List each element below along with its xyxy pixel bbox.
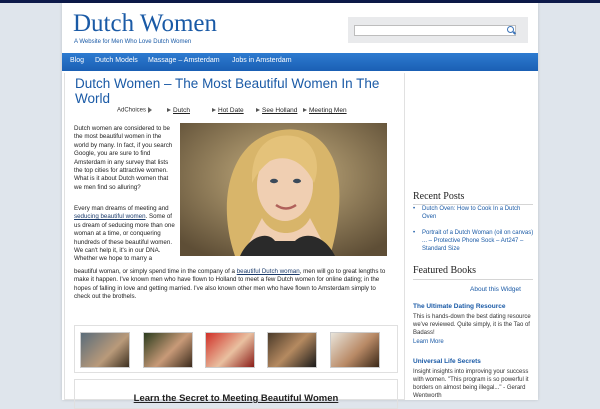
- post-paragraph-1: Dutch women are considered to be the mos…: [74, 125, 173, 191]
- recent-post-link-1[interactable]: Dutch Oven: How to Cook In a Dutch Oven: [422, 205, 534, 221]
- thumbnail-4[interactable]: [267, 332, 317, 368]
- bullet-icon: •: [413, 206, 416, 212]
- book-title-1[interactable]: The Ultimate Dating Resource: [413, 303, 505, 310]
- ad-link-label: Meeting Men: [309, 107, 347, 114]
- thumbnail-2[interactable]: [143, 332, 193, 368]
- paragraph-text: . Some of us dream of seducing more than…: [74, 213, 175, 263]
- search-icon[interactable]: [507, 26, 514, 33]
- search-input[interactable]: [354, 25, 516, 36]
- main-nav: Blog Dutch Models Massage – Amsterdam Jo…: [62, 53, 538, 71]
- ad-link-meeting-men[interactable]: Meeting Men: [303, 107, 347, 114]
- ad-link-dutch[interactable]: Dutch: [167, 107, 190, 114]
- seducing-beautiful-women-link[interactable]: seducing beautiful women: [74, 213, 146, 220]
- recent-posts-heading: Recent Posts: [413, 191, 465, 202]
- paragraph-text: Every man dreams of meeting and: [74, 205, 169, 212]
- post-paragraph-3: beautiful woman, or simply spend time in…: [74, 268, 389, 302]
- post-title[interactable]: Dutch Women – The Most Beautiful Women I…: [75, 76, 395, 106]
- adchoices-icon: [148, 107, 153, 113]
- learn-more-link[interactable]: Learn More: [413, 339, 444, 345]
- thumbnail-1[interactable]: [80, 332, 130, 368]
- search-box: [348, 17, 528, 43]
- ad-link-label: See Holland: [262, 107, 298, 114]
- hero-image: [180, 123, 387, 256]
- post-paragraph-2: Every man dreams of meeting and seducing…: [74, 205, 177, 264]
- featured-books-heading: Featured Books: [413, 265, 477, 276]
- ad-link-see-holland[interactable]: See Holland: [256, 107, 297, 114]
- paragraph-text: beautiful woman, or simply spend time in…: [74, 268, 235, 275]
- book-desc-2: Insight insights into improving your suc…: [413, 369, 529, 399]
- thumbnail-gallery: [74, 325, 398, 373]
- triangle-right-icon: [303, 108, 307, 113]
- ad-link-label: Dutch: [173, 107, 190, 114]
- nav-item-jobs-in-amsterdam[interactable]: Jobs in Amsterdam: [232, 57, 292, 64]
- site-title[interactable]: Dutch Women: [73, 10, 217, 38]
- thumbnail-3[interactable]: [205, 332, 255, 368]
- hero-portrait: [180, 123, 387, 256]
- triangle-right-icon: [212, 108, 216, 113]
- triangle-right-icon: [256, 108, 260, 113]
- sidebar: Recent Posts • Dutch Oven: How to Cook I…: [410, 73, 536, 400]
- about-widget-link[interactable]: About this Widget: [470, 286, 521, 293]
- divider: [413, 279, 533, 280]
- book-title-2[interactable]: Universal Life Secrets: [413, 358, 481, 365]
- bullet-icon: •: [413, 230, 416, 236]
- nav-item-blog[interactable]: Blog: [70, 57, 84, 64]
- site-tagline: A Website for Men Who Love Dutch Women: [74, 39, 192, 45]
- main-content: Dutch Women – The Most Beautiful Women I…: [64, 73, 405, 409]
- secret-link[interactable]: Learn the Secret to Meeting Beautiful Wo…: [75, 393, 397, 404]
- nav-item-dutch-models[interactable]: Dutch Models: [95, 57, 138, 64]
- page-wrapper: Dutch Women A Website for Men Who Love D…: [62, 3, 538, 409]
- secret-banner: Learn the Secret to Meeting Beautiful Wo…: [74, 379, 398, 409]
- adchoices-text: AdChoices: [117, 107, 147, 114]
- book-desc-1: This is hands-down the best dating resou…: [413, 314, 531, 336]
- nav-item-massage-amsterdam[interactable]: Massage – Amsterdam: [148, 57, 220, 64]
- ad-link-label: Hot Date: [218, 107, 244, 114]
- adchoices-label[interactable]: AdChoices: [117, 107, 153, 114]
- ad-link-hot-date[interactable]: Hot Date: [212, 107, 244, 114]
- beautiful-dutch-woman-link[interactable]: beautiful Dutch woman: [237, 268, 300, 275]
- recent-post-link-2[interactable]: Portrait of a Dutch Woman (oil on canvas…: [422, 229, 534, 253]
- triangle-right-icon: [167, 108, 171, 113]
- thumbnail-5[interactable]: [330, 332, 380, 368]
